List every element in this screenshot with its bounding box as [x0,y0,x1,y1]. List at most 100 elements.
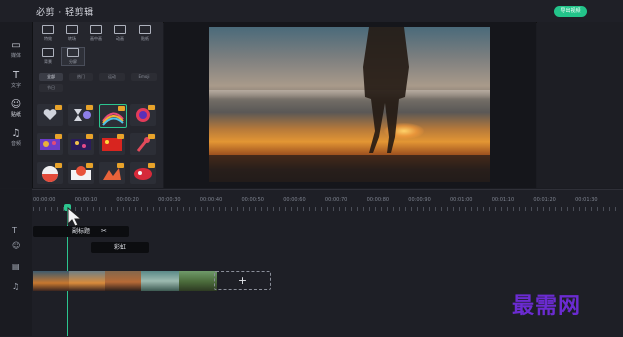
text-track-icon[interactable]: T [12,226,17,235]
category-background[interactable]: 背景 [37,48,59,65]
sticker-item[interactable] [99,162,125,184]
category-split[interactable]: 分屏 [61,47,85,66]
ruler-tick [519,207,520,211]
ruler-tick [237,207,238,211]
sticker-clip-rainbow[interactable]: 彩虹 [91,242,149,253]
ruler-tick [489,207,490,211]
sticker-item[interactable] [130,162,156,184]
ruler-tick [111,207,112,211]
ruler-tick [387,207,388,211]
nav-item-sticker[interactable]: ☺ 贴纸 [4,99,28,118]
subtab-festival[interactable]: 节日 [39,84,63,92]
ruler-tick [525,207,526,211]
download-badge [148,134,155,139]
app-title: 必剪 · 轻剪辑 [36,8,94,18]
ruler-tick [351,207,352,211]
sticker-item[interactable] [68,133,94,155]
ruler-tick-label: 00:00:90 [408,197,431,203]
ruler-tick [345,207,346,211]
ruler-tick [285,207,286,211]
video-thumbnail [69,271,105,291]
category-animation[interactable]: 动画 [109,25,131,42]
add-clip-button[interactable]: + [214,271,271,290]
video-track-icon[interactable]: ▤ [12,262,20,271]
ruler-tick [441,207,442,211]
category-label: 分屏 [69,59,77,64]
ruler-tick [177,207,178,211]
watermark: 最需网 [512,293,582,319]
ruler-tick [201,207,202,211]
ruler-tick [585,207,586,211]
subtab-hot[interactable]: 热门 [69,73,93,81]
ruler-tick [429,207,430,211]
split-icon [67,48,79,57]
nav-item-text[interactable]: T 文字 [4,70,28,89]
video-track[interactable] [33,271,217,291]
sticker-track-icon[interactable]: ☺ [12,241,20,250]
ruler-tick [135,207,136,211]
subtab-sport[interactable]: 运动 [99,73,125,81]
sticker-item[interactable] [68,162,94,184]
category-effects[interactable]: 特效 [37,25,59,42]
ruler-tick [129,207,130,211]
music-icon: ♫ [11,128,21,139]
pip-icon [90,25,102,34]
video-preview[interactable] [209,27,490,182]
sticker-item[interactable] [37,133,63,155]
category-label: 动画 [116,36,124,41]
sticker-item[interactable] [68,104,94,126]
ruler-tick [117,207,118,211]
ruler-tick-label: 00:00:70 [324,197,348,203]
subtab-emoji[interactable]: Emoji [131,73,157,81]
split-scissors-icon[interactable]: ✂ [101,227,107,235]
sticker-item[interactable] [99,133,125,155]
left-nav: ▭ 媒体 T 文字 ☺ 贴纸 ♫ 音频 [0,22,33,188]
sticker-item[interactable] [99,104,127,128]
category-transition[interactable]: 转场 [61,25,83,42]
ruler-tick [231,207,232,211]
ruler-tick [549,207,550,211]
ruler-tick [411,207,412,211]
nav-item-media[interactable]: ▭ 媒体 [4,40,28,59]
ruler-tick [219,207,220,211]
ruler-tick [567,207,568,211]
category-sticker[interactable]: 贴纸 [134,25,156,42]
sticker-item[interactable] [37,104,63,126]
ruler-tick [213,207,214,211]
sticker-item[interactable] [130,133,156,155]
asset-panel: 特效 转场 画中画 动画 贴纸 背景 分屏 全部 热门 运动 Emoji 节日 [33,22,163,188]
subtab-all[interactable]: 全部 [39,73,63,81]
sticker-item[interactable] [130,104,156,126]
category-label: 背景 [44,59,52,64]
ruler-tick [195,207,196,211]
ruler-tick [459,207,460,211]
sticker-item[interactable] [37,162,63,184]
ruler-tick [513,207,514,211]
download-badge [117,134,124,139]
audio-track-icon[interactable]: ♫ [12,282,19,291]
ruler-tick [141,207,142,211]
ruler-tick [369,207,370,211]
ruler-tick [147,207,148,211]
ruler-tick [189,207,190,211]
ruler-tick [279,207,280,211]
ruler-tick-label: 00:00:10 [74,197,98,203]
category-pip[interactable]: 画中画 [85,25,107,42]
ruler-tick [495,207,496,211]
video-thumbnail [141,271,179,291]
ruler-tick-label: 00:00:30 [158,197,181,203]
download-badge [86,105,93,110]
ruler-tick [123,207,124,211]
ruler-tick [243,207,244,211]
category-label: 特效 [44,36,52,41]
ruler-tick [423,207,424,211]
download-badge [86,163,93,168]
ruler-tick [267,207,268,211]
time-ruler[interactable]: 00:00:00 00:00:10 00:00:20 00:00:30 00:00:40… [33,197,623,211]
effects-icon [42,25,54,34]
nav-item-audio[interactable]: ♫ 音频 [4,128,28,147]
export-button[interactable]: 导出视频 [554,6,587,17]
ruler-tick-label: 00:00:50 [241,197,264,203]
ruler-tick-label: 00:01:30 [575,197,598,203]
ruler-tick [615,207,616,211]
